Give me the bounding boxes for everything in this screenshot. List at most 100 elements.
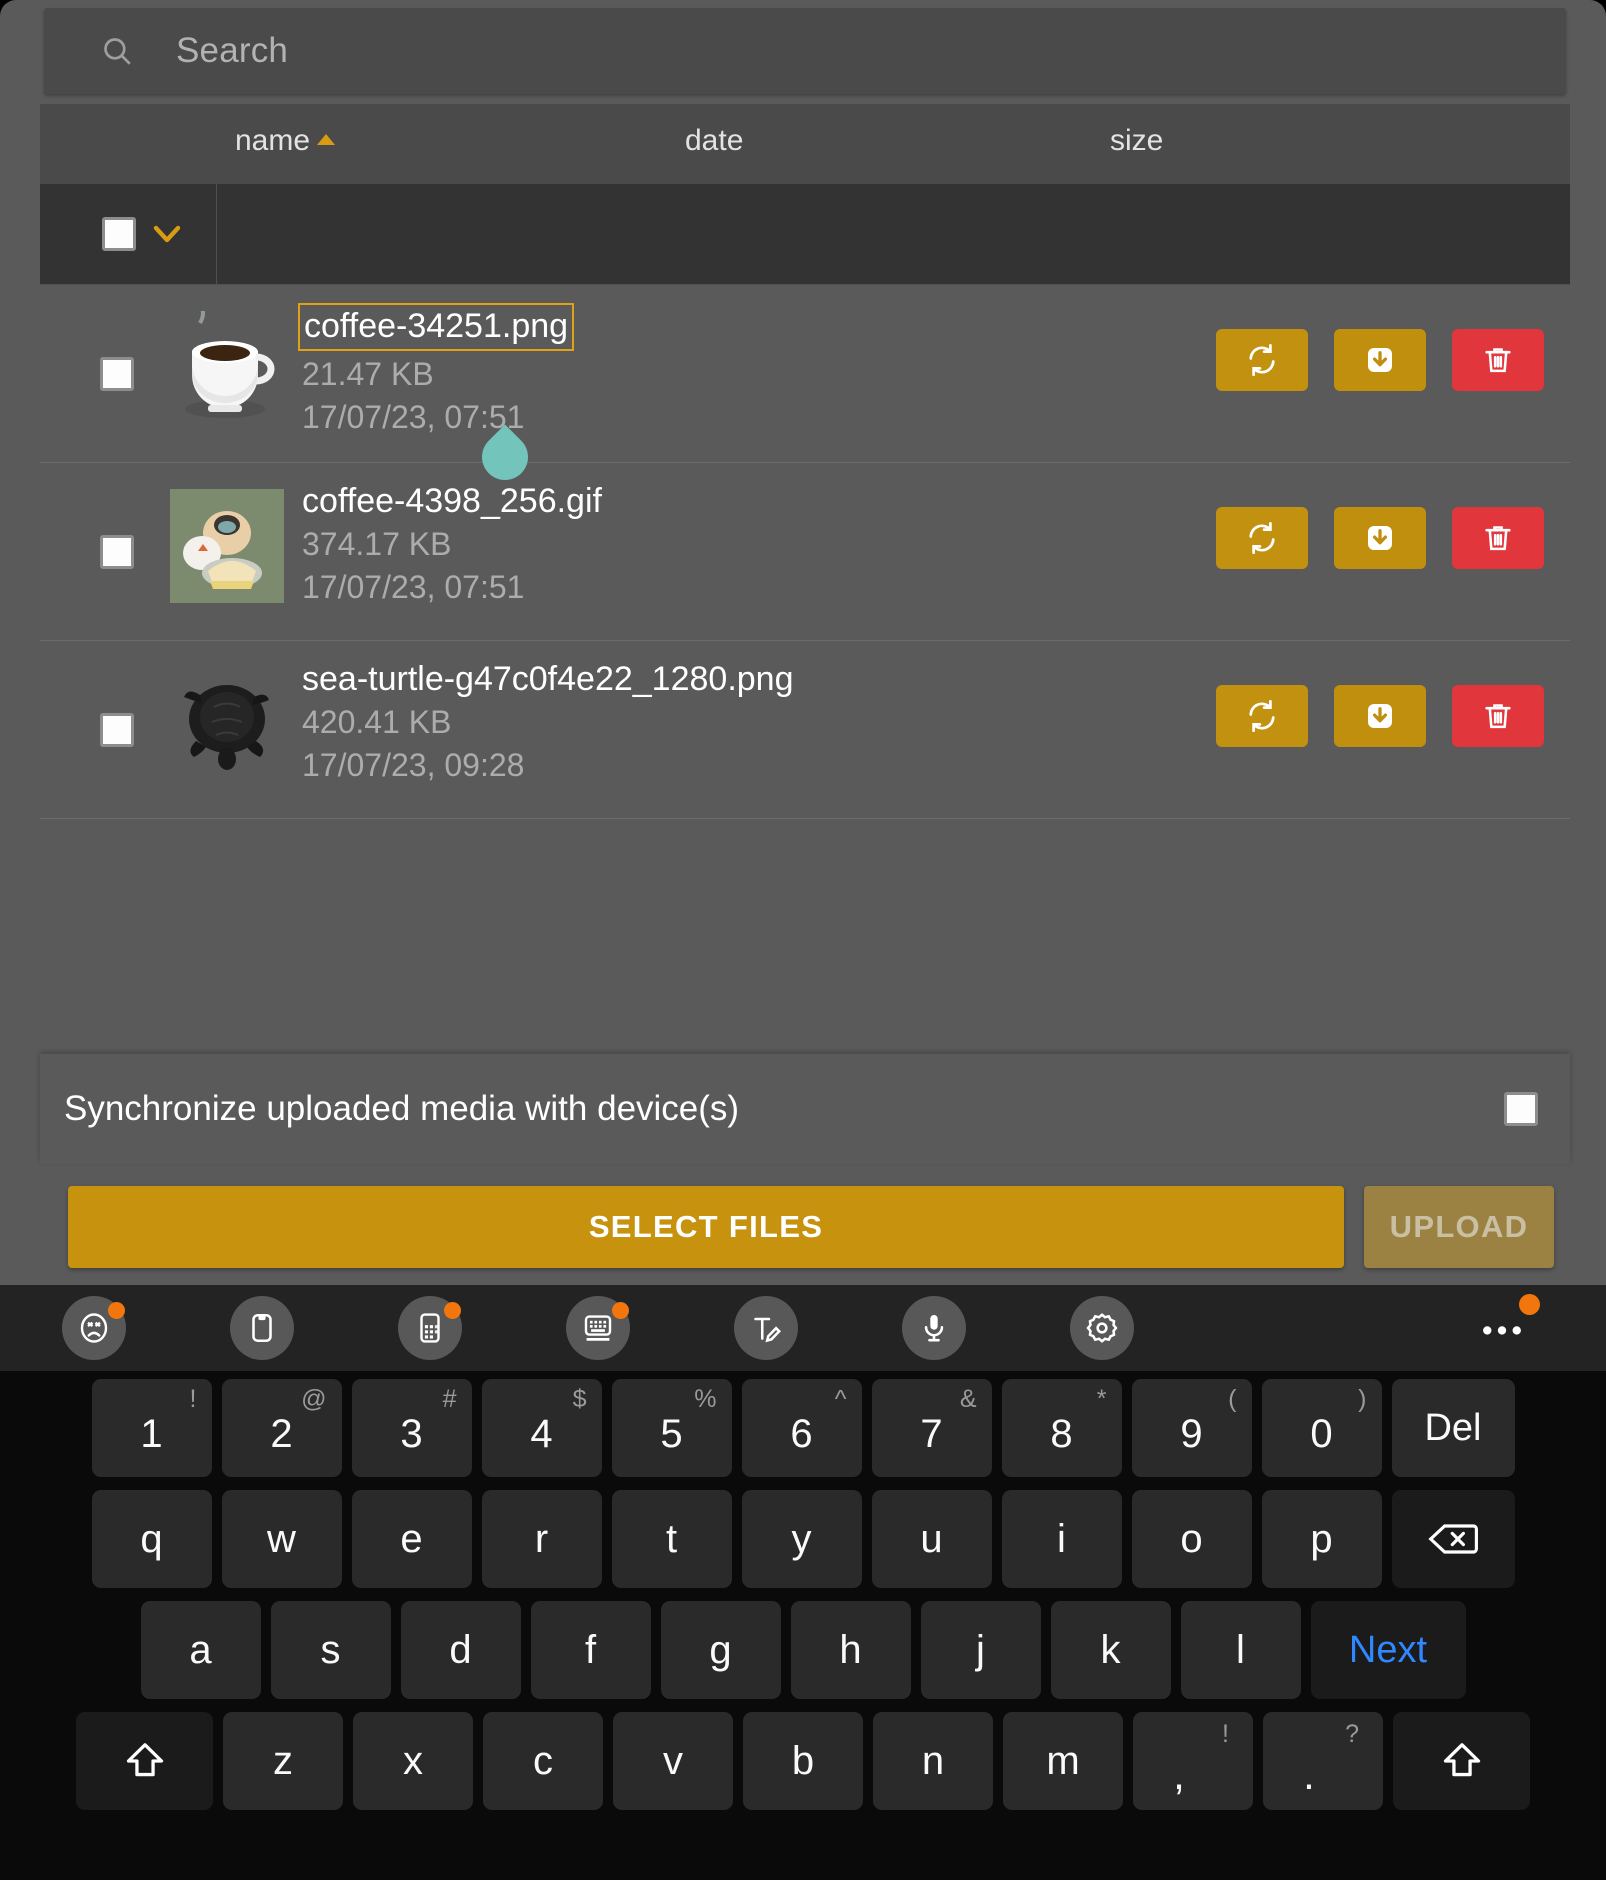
sync-option-row: Synchronize uploaded media with device(s… — [40, 1054, 1570, 1164]
key-6[interactable]: ^ 6 — [741, 1379, 862, 1477]
sync-option-checkbox[interactable] — [1504, 1092, 1538, 1126]
key-y[interactable]: y — [741, 1490, 862, 1588]
key-0[interactable]: ) 0 — [1261, 1379, 1382, 1477]
key-x[interactable]: x — [353, 1712, 473, 1810]
key-i[interactable]: i — [1001, 1490, 1122, 1588]
key-h[interactable]: h — [790, 1601, 911, 1699]
key-c[interactable]: c — [483, 1712, 603, 1810]
key-t[interactable]: t — [611, 1490, 732, 1588]
key-4-label: 4 — [530, 1411, 553, 1456]
badge-dot — [612, 1302, 629, 1319]
key-5[interactable]: % 5 — [611, 1379, 732, 1477]
key-del[interactable]: Del — [1391, 1379, 1515, 1477]
row-checkbox[interactable] — [100, 535, 134, 569]
key-q[interactable]: q — [91, 1490, 212, 1588]
microphone-icon[interactable] — [902, 1296, 966, 1360]
key-e[interactable]: e — [351, 1490, 472, 1588]
numpad-icon[interactable] — [398, 1296, 462, 1360]
key-4[interactable]: $4 — [481, 1379, 602, 1477]
key-8[interactable]: * 8 — [1001, 1379, 1122, 1477]
keyboard-layout-icon[interactable] — [566, 1296, 630, 1360]
key-period-label: . — [1303, 1751, 1315, 1798]
sync-option-label: Synchronize uploaded media with device(s… — [64, 1089, 740, 1128]
key-3-label: 3 — [400, 1411, 423, 1456]
key-comma[interactable]: !, — [1133, 1712, 1253, 1810]
key-o[interactable]: o — [1131, 1490, 1252, 1588]
key-comma-sup: ! — [1222, 1720, 1229, 1748]
clipboard-icon[interactable] — [230, 1296, 294, 1360]
download-button[interactable] — [1334, 329, 1426, 391]
key-l[interactable]: l — [1180, 1601, 1301, 1699]
key-7[interactable]: & 7 — [871, 1379, 992, 1477]
key-b[interactable]: b — [743, 1712, 863, 1810]
key-5-sup: % — [694, 1385, 717, 1413]
column-header-date[interactable]: date — [685, 124, 743, 158]
row-checkbox[interactable] — [100, 713, 134, 747]
keyboard-row-top: q w e r t y u i o p — [0, 1490, 1606, 1588]
next-key[interactable]: Next — [1310, 1601, 1466, 1699]
delete-button[interactable] — [1452, 507, 1544, 569]
table-row[interactable] — [40, 819, 1570, 966]
shift-key-right[interactable] — [1393, 1712, 1530, 1810]
key-3-sup: # — [442, 1385, 457, 1413]
key-n[interactable]: n — [873, 1712, 993, 1810]
upload-button[interactable]: UPLOAD — [1364, 1186, 1554, 1268]
more-options-icon[interactable] — [1470, 1294, 1540, 1360]
key-u[interactable]: u — [871, 1490, 992, 1588]
file-meta: coffee-34251.png 21.47 KB 17/07/23, 07:5… — [298, 303, 942, 437]
sync-button[interactable] — [1216, 507, 1308, 569]
key-s[interactable]: s — [270, 1601, 391, 1699]
row-checkbox[interactable] — [100, 357, 134, 391]
key-f[interactable]: f — [530, 1601, 651, 1699]
search-bar[interactable]: Search — [44, 8, 1566, 94]
select-files-button[interactable]: SELECT FILES — [68, 1186, 1344, 1268]
download-button[interactable] — [1334, 507, 1426, 569]
column-header-name[interactable]: name — [235, 124, 336, 158]
file-name[interactable]: sea-turtle-g47c0f4e22_1280.png — [302, 659, 942, 699]
file-thumbnail-pastries — [170, 489, 284, 603]
chevron-down-icon[interactable] — [152, 221, 182, 247]
filename-input[interactable]: coffee-34251.png — [298, 303, 575, 352]
key-period[interactable]: ?. — [1263, 1712, 1383, 1810]
download-button[interactable] — [1334, 685, 1426, 747]
key-k[interactable]: k — [1050, 1601, 1171, 1699]
table-row[interactable]: coffee-4398_256.gif 374.17 KB 17/07/23, … — [40, 463, 1570, 641]
key-m[interactable]: m — [1003, 1712, 1123, 1810]
emoji-icon[interactable] — [62, 1296, 126, 1360]
key-g[interactable]: g — [660, 1601, 781, 1699]
key-d[interactable]: d — [400, 1601, 521, 1699]
delete-button[interactable] — [1452, 685, 1544, 747]
key-2-sup: @ — [301, 1385, 327, 1413]
key-3[interactable]: #3 — [351, 1379, 472, 1477]
key-9[interactable]: (9 — [1131, 1379, 1252, 1477]
key-4-sup: $ — [572, 1385, 587, 1413]
key-2[interactable]: @2 — [221, 1379, 342, 1477]
keyboard-toolbar — [0, 1285, 1606, 1371]
shift-key-left[interactable] — [76, 1712, 213, 1810]
handwriting-icon[interactable] — [734, 1296, 798, 1360]
select-all-checkbox[interactable] — [102, 217, 136, 251]
column-header-size[interactable]: size — [1110, 124, 1163, 158]
file-name[interactable]: coffee-4398_256.gif — [302, 481, 942, 521]
key-period-sup: ? — [1345, 1720, 1359, 1748]
gear-icon[interactable] — [1070, 1296, 1134, 1360]
key-6-label: 6 — [790, 1411, 813, 1456]
file-manager-app: Search name date size coffee-34251.png 2… — [0, 0, 1606, 1285]
sync-button[interactable] — [1216, 329, 1308, 391]
row-actions — [1216, 685, 1544, 747]
key-v[interactable]: v — [613, 1712, 733, 1810]
backspace-key[interactable] — [1391, 1490, 1515, 1588]
search-input[interactable]: Search — [176, 31, 288, 71]
table-row[interactable]: sea-turtle-g47c0f4e22_1280.png 420.41 KB… — [40, 641, 1570, 819]
key-j[interactable]: j — [920, 1601, 1041, 1699]
key-a[interactable]: a — [140, 1601, 261, 1699]
sync-button[interactable] — [1216, 685, 1308, 747]
key-r[interactable]: r — [481, 1490, 602, 1588]
key-w[interactable]: w — [221, 1490, 342, 1588]
key-1[interactable]: ! 1 — [91, 1379, 212, 1477]
key-p[interactable]: p — [1261, 1490, 1382, 1588]
search-icon — [100, 34, 134, 68]
delete-button[interactable] — [1452, 329, 1544, 391]
table-row[interactable]: coffee-34251.png 21.47 KB 17/07/23, 07:5… — [40, 285, 1570, 463]
key-z[interactable]: z — [223, 1712, 343, 1810]
